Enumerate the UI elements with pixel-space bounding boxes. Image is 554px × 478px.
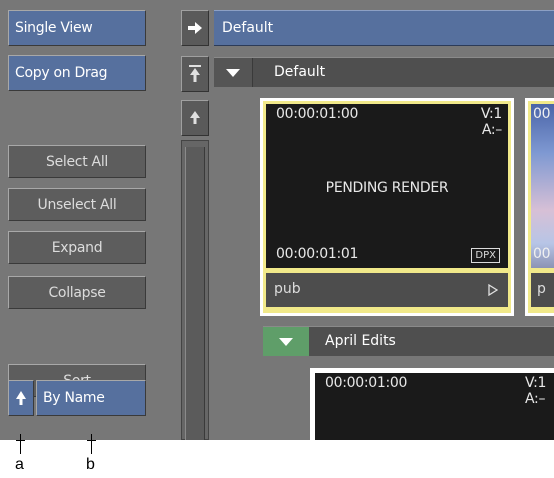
collapse-toggle[interactable] [263,327,309,356]
single-view-button[interactable]: Single View [8,10,146,46]
path-arrow-button[interactable] [181,10,209,46]
clip-name-bar[interactable]: p [531,273,554,307]
callout-b-tick [87,440,96,441]
scrollbar-thumb[interactable] [185,147,205,440]
clip-thumbnail[interactable]: 00:00:01:00 V:1 A:– PENDING RENDER 00:00… [266,104,508,268]
collapse-toggle[interactable] [214,58,253,87]
group-header-default[interactable]: Default [214,57,554,87]
clip-name: p [537,281,546,297]
clip-name: pub [274,281,301,297]
sort-direction-icon [16,391,26,405]
collapse-triangle-icon [279,337,293,346]
expand-button[interactable]: Expand [8,231,146,264]
format-badge: DPX [471,248,500,263]
audio-track: A:– [525,391,546,407]
sort-direction-button[interactable] [8,380,34,416]
select-all-button[interactable]: Select All [8,145,146,178]
group-name: Default [274,64,326,80]
group-header-april-edits[interactable]: April Edits [263,326,554,356]
callout-b-line [91,434,92,454]
callout-a-tick [16,440,25,441]
end-timecode: 00 [533,246,551,262]
start-timecode: 00:00:01:00 [276,106,359,122]
sort-by-button[interactable]: By Name [36,380,146,416]
clip-pub[interactable]: 00:00:01:00 V:1 A:– PENDING RENDER 00:00… [260,98,514,316]
end-timecode: 00:00:01:01 [276,246,359,262]
start-timecode: 00 [533,106,551,122]
path-text: Default [222,20,274,36]
start-timecode: 00:00:01:00 [325,375,408,391]
callout-a-letter: a [15,456,24,473]
clip-thumbnail-image[interactable]: 00 00 [531,104,554,268]
collapse-button[interactable]: Collapse [8,276,146,309]
video-track: V:1 [480,106,502,122]
scrollbar-track[interactable] [181,140,209,440]
audio-track: A:– [481,122,502,138]
group-name: April Edits [325,333,396,349]
play-icon[interactable] [488,284,498,296]
clip-thumbnail[interactable]: 00:00:01:00 V:1 A:– [315,373,554,440]
clip-april-edit[interactable]: 00:00:01:00 V:1 A:– [310,368,554,440]
clip-name-bar[interactable]: pub [266,273,508,307]
copy-on-drag-button[interactable]: Copy on Drag [8,55,146,91]
clip-library-window: Single View Copy on Drag Select All Unse… [0,0,554,440]
render-status: PENDING RENDER [325,180,449,196]
scroll-to-top-button[interactable] [181,56,209,92]
scroll-up-button[interactable] [181,100,209,136]
collapse-triangle-icon [226,68,240,77]
scroll-up-icon [190,111,200,124]
arrow-right-icon [188,22,202,34]
video-track: V:1 [525,375,547,391]
path-bar: Default [214,10,554,46]
clip-p[interactable]: 00 00 p [525,98,554,316]
unselect-all-button[interactable]: Unselect All [8,188,146,221]
scroll-top-icon [189,65,201,82]
callout-a-line [20,434,21,454]
callout-b-letter: b [86,456,95,473]
